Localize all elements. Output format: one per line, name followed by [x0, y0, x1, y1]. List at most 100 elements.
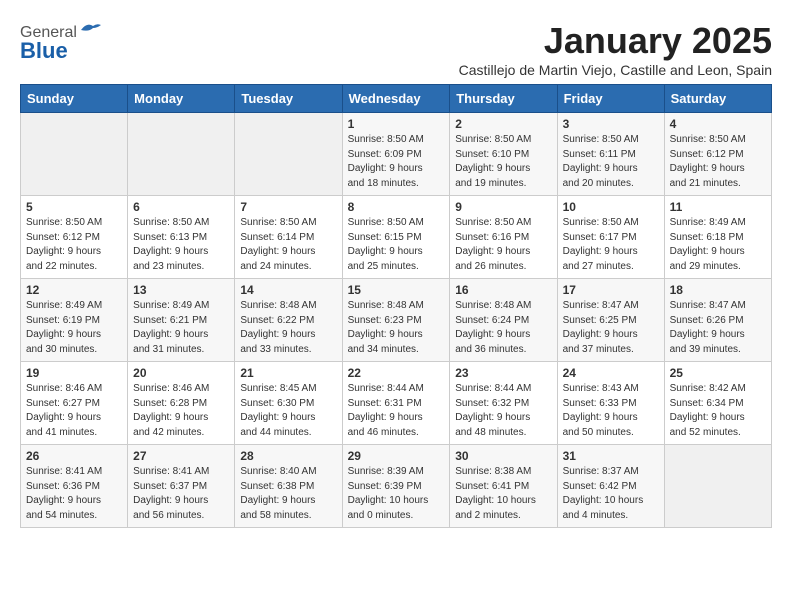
title-block: January 2025 Castillejo de Martin Viejo,…: [459, 20, 772, 78]
month-title: January 2025: [459, 20, 772, 62]
calendar-cell: 24 Sunrise: 8:43 AM Sunset: 6:33 PM Dayli…: [557, 362, 664, 445]
week-row-4: 19 Sunrise: 8:46 AM Sunset: 6:27 PM Dayli…: [21, 362, 772, 445]
calendar-cell: 26 Sunrise: 8:41 AM Sunset: 6:36 PM Dayli…: [21, 445, 128, 528]
day-info: Sunrise: 8:50 AM Sunset: 6:09 PM Dayligh…: [348, 133, 445, 191]
day-number: 2: [455, 117, 551, 131]
calendar-cell: 6 Sunrise: 8:50 AM Sunset: 6:13 PM Daylig…: [128, 196, 235, 279]
weekday-header-thursday: Thursday: [450, 85, 557, 113]
day-info: Sunrise: 8:45 AM Sunset: 6:30 PM Dayligh…: [240, 382, 336, 440]
day-info: Sunrise: 8:46 AM Sunset: 6:28 PM Dayligh…: [133, 382, 229, 440]
calendar-cell: 3 Sunrise: 8:50 AM Sunset: 6:11 PM Daylig…: [557, 113, 664, 196]
day-number: 13: [133, 283, 229, 297]
day-info: Sunrise: 8:48 AM Sunset: 6:24 PM Dayligh…: [455, 299, 551, 357]
day-info: Sunrise: 8:47 AM Sunset: 6:25 PM Dayligh…: [563, 299, 659, 357]
calendar-cell: 25 Sunrise: 8:42 AM Sunset: 6:34 PM Dayli…: [664, 362, 771, 445]
day-info: Sunrise: 8:48 AM Sunset: 6:22 PM Dayligh…: [240, 299, 336, 357]
day-number: 24: [563, 366, 659, 380]
calendar-cell: 21Sunrise: 8:45 AM Sunset: 6:30 PM Dayli…: [235, 362, 342, 445]
day-info: Sunrise: 8:43 AM Sunset: 6:33 PM Dayligh…: [563, 382, 659, 440]
calendar-cell: 10 Sunrise: 8:50 AM Sunset: 6:17 PM Dayli…: [557, 196, 664, 279]
day-info: Sunrise: 8:50 AM Sunset: 6:15 PM Dayligh…: [348, 216, 445, 274]
calendar-cell: 29 Sunrise: 8:39 AM Sunset: 6:39 PM Dayli…: [342, 445, 450, 528]
calendar-cell: 28Sunrise: 8:40 AM Sunset: 6:38 PM Dayli…: [235, 445, 342, 528]
calendar-cell: 31Sunrise: 8:37 AM Sunset: 6:42 PM Dayli…: [557, 445, 664, 528]
calendar-cell: 1 Sunrise: 8:50 AM Sunset: 6:09 PM Daylig…: [342, 113, 450, 196]
weekday-header-tuesday: Tuesday: [235, 85, 342, 113]
day-info: Sunrise: 8:50 AM Sunset: 6:10 PM Dayligh…: [455, 133, 551, 191]
calendar-cell: 19 Sunrise: 8:46 AM Sunset: 6:27 PM Dayli…: [21, 362, 128, 445]
header: General Blue January 2025 Castillejo de …: [20, 20, 772, 78]
day-number: 28: [240, 449, 336, 463]
logo: General Blue: [20, 24, 101, 64]
calendar-cell: 9Sunrise: 8:50 AM Sunset: 6:16 PM Daylig…: [450, 196, 557, 279]
calendar-cell: 5Sunrise: 8:50 AM Sunset: 6:12 PM Daylig…: [21, 196, 128, 279]
logo-bird-icon: [79, 22, 101, 38]
calendar-cell: [21, 113, 128, 196]
calendar-cell: 13 Sunrise: 8:49 AM Sunset: 6:21 PM Dayli…: [128, 279, 235, 362]
day-info: Sunrise: 8:50 AM Sunset: 6:17 PM Dayligh…: [563, 216, 659, 274]
day-number: 1: [348, 117, 445, 131]
day-number: 6: [133, 200, 229, 214]
day-number: 30: [455, 449, 551, 463]
calendar-cell: 16 Sunrise: 8:48 AM Sunset: 6:24 PM Dayli…: [450, 279, 557, 362]
calendar-cell: [128, 113, 235, 196]
calendar-cell: 23 Sunrise: 8:44 AM Sunset: 6:32 PM Dayli…: [450, 362, 557, 445]
day-info: Sunrise: 8:46 AM Sunset: 6:27 PM Dayligh…: [26, 382, 122, 440]
day-number: 20: [133, 366, 229, 380]
calendar-cell: 27 Sunrise: 8:41 AM Sunset: 6:37 PM Dayli…: [128, 445, 235, 528]
day-info: Sunrise: 8:49 AM Sunset: 6:18 PM Dayligh…: [670, 216, 766, 274]
day-number: 29: [348, 449, 445, 463]
calendar-cell: 14Sunrise: 8:48 AM Sunset: 6:22 PM Dayli…: [235, 279, 342, 362]
day-number: 17: [563, 283, 659, 297]
day-number: 12: [26, 283, 122, 297]
day-info: Sunrise: 8:38 AM Sunset: 6:41 PM Dayligh…: [455, 465, 551, 523]
week-row-5: 26 Sunrise: 8:41 AM Sunset: 6:36 PM Dayli…: [21, 445, 772, 528]
weekday-header-saturday: Saturday: [664, 85, 771, 113]
calendar-cell: 20 Sunrise: 8:46 AM Sunset: 6:28 PM Dayli…: [128, 362, 235, 445]
calendar-cell: 22Sunrise: 8:44 AM Sunset: 6:31 PM Dayli…: [342, 362, 450, 445]
day-info: Sunrise: 8:50 AM Sunset: 6:11 PM Dayligh…: [563, 133, 659, 191]
day-info: Sunrise: 8:50 AM Sunset: 6:12 PM Dayligh…: [26, 216, 122, 274]
day-number: 4: [670, 117, 766, 131]
weekday-header-row: SundayMondayTuesdayWednesdayThursdayFrid…: [21, 85, 772, 113]
day-number: 27: [133, 449, 229, 463]
day-info: Sunrise: 8:42 AM Sunset: 6:34 PM Dayligh…: [670, 382, 766, 440]
day-info: Sunrise: 8:37 AM Sunset: 6:42 PM Dayligh…: [563, 465, 659, 523]
day-number: 22: [348, 366, 445, 380]
day-number: 7: [240, 200, 336, 214]
day-number: 19: [26, 366, 122, 380]
day-info: Sunrise: 8:48 AM Sunset: 6:23 PM Dayligh…: [348, 299, 445, 357]
day-number: 9: [455, 200, 551, 214]
day-number: 3: [563, 117, 659, 131]
day-number: 15: [348, 283, 445, 297]
calendar-cell: 17 Sunrise: 8:47 AM Sunset: 6:25 PM Dayli…: [557, 279, 664, 362]
day-info: Sunrise: 8:50 AM Sunset: 6:13 PM Dayligh…: [133, 216, 229, 274]
calendar-cell: 2 Sunrise: 8:50 AM Sunset: 6:10 PM Daylig…: [450, 113, 557, 196]
day-number: 16: [455, 283, 551, 297]
day-info: Sunrise: 8:49 AM Sunset: 6:19 PM Dayligh…: [26, 299, 122, 357]
calendar-cell: 7 Sunrise: 8:50 AM Sunset: 6:14 PM Daylig…: [235, 196, 342, 279]
day-info: Sunrise: 8:39 AM Sunset: 6:39 PM Dayligh…: [348, 465, 445, 523]
calendar-cell: 12 Sunrise: 8:49 AM Sunset: 6:19 PM Dayli…: [21, 279, 128, 362]
week-row-2: 5Sunrise: 8:50 AM Sunset: 6:12 PM Daylig…: [21, 196, 772, 279]
calendar-cell: 18Sunrise: 8:47 AM Sunset: 6:26 PM Dayli…: [664, 279, 771, 362]
day-number: 8: [348, 200, 445, 214]
day-number: 10: [563, 200, 659, 214]
day-info: Sunrise: 8:44 AM Sunset: 6:32 PM Dayligh…: [455, 382, 551, 440]
day-number: 11: [670, 200, 766, 214]
weekday-header-wednesday: Wednesday: [342, 85, 450, 113]
day-number: 25: [670, 366, 766, 380]
day-number: 23: [455, 366, 551, 380]
weekday-header-sunday: Sunday: [21, 85, 128, 113]
calendar-cell: 15 Sunrise: 8:48 AM Sunset: 6:23 PM Dayli…: [342, 279, 450, 362]
day-number: 18: [670, 283, 766, 297]
day-info: Sunrise: 8:50 AM Sunset: 6:12 PM Dayligh…: [670, 133, 766, 191]
day-number: 26: [26, 449, 122, 463]
weekday-header-monday: Monday: [128, 85, 235, 113]
calendar-cell: 11 Sunrise: 8:49 AM Sunset: 6:18 PM Dayli…: [664, 196, 771, 279]
calendar-cell: 4 Sunrise: 8:50 AM Sunset: 6:12 PM Daylig…: [664, 113, 771, 196]
day-info: Sunrise: 8:41 AM Sunset: 6:37 PM Dayligh…: [133, 465, 229, 523]
day-info: Sunrise: 8:41 AM Sunset: 6:36 PM Dayligh…: [26, 465, 122, 523]
day-info: Sunrise: 8:50 AM Sunset: 6:14 PM Dayligh…: [240, 216, 336, 274]
day-info: Sunrise: 8:49 AM Sunset: 6:21 PM Dayligh…: [133, 299, 229, 357]
